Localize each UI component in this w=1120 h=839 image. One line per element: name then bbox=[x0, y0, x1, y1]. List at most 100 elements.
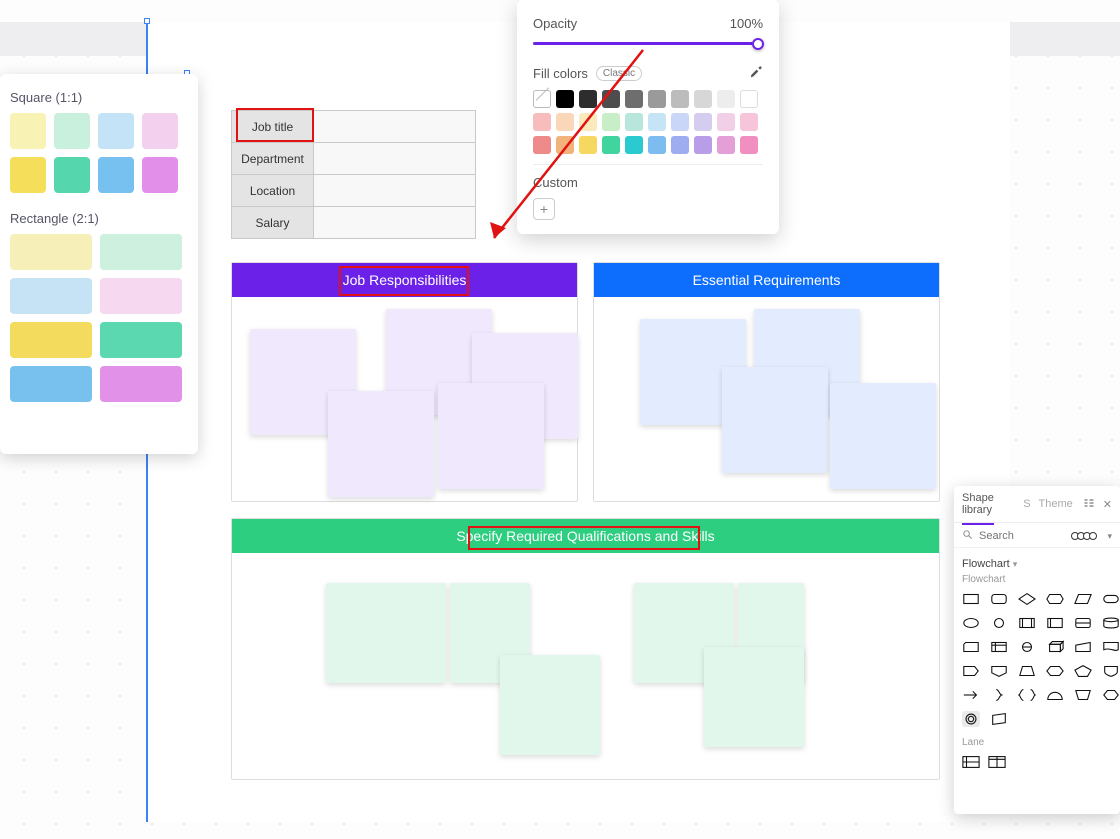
table-cell[interactable] bbox=[314, 143, 476, 175]
table-cell[interactable] bbox=[314, 207, 476, 239]
fill-swatch[interactable] bbox=[648, 136, 666, 154]
shape-display[interactable] bbox=[1046, 591, 1064, 607]
fill-swatch[interactable] bbox=[556, 90, 574, 108]
shape-subproc[interactable] bbox=[1046, 615, 1064, 631]
fill-swatch[interactable] bbox=[740, 113, 758, 131]
shape-cube[interactable] bbox=[1046, 639, 1064, 655]
shape-stadium[interactable] bbox=[1102, 591, 1120, 607]
color-swatch[interactable] bbox=[10, 278, 92, 314]
fill-swatch[interactable] bbox=[602, 136, 620, 154]
fill-color-panel[interactable]: Opacity 100% Fill colors Classic Custom … bbox=[517, 0, 779, 234]
fill-swatch[interactable] bbox=[648, 113, 666, 131]
fill-swatch[interactable] bbox=[671, 90, 689, 108]
panel-tab-s[interactable]: S bbox=[1023, 498, 1030, 510]
fill-swatch[interactable] bbox=[533, 90, 551, 108]
shape-semi[interactable] bbox=[1046, 687, 1064, 703]
color-swatch[interactable] bbox=[142, 157, 178, 193]
fill-swatch[interactable] bbox=[556, 113, 574, 131]
fill-swatch[interactable] bbox=[717, 90, 735, 108]
fill-swatch[interactable] bbox=[694, 113, 712, 131]
fill-swatch[interactable] bbox=[625, 136, 643, 154]
fill-swatch[interactable] bbox=[740, 136, 758, 154]
opacity-slider[interactable] bbox=[533, 37, 763, 51]
sticky-note[interactable] bbox=[326, 583, 446, 683]
sticky-note[interactable] bbox=[722, 367, 828, 473]
color-swatch[interactable] bbox=[100, 234, 182, 270]
shape-document[interactable] bbox=[1102, 639, 1120, 655]
fill-swatch[interactable] bbox=[533, 113, 551, 131]
sticky-note[interactable] bbox=[830, 383, 936, 489]
shape-lane-h[interactable] bbox=[962, 754, 980, 770]
shape-tag[interactable] bbox=[962, 663, 980, 679]
fill-swatch[interactable] bbox=[579, 90, 597, 108]
color-swatch[interactable] bbox=[54, 157, 90, 193]
table-cell[interactable] bbox=[314, 111, 476, 143]
color-swatch[interactable] bbox=[54, 113, 90, 149]
shape-card[interactable] bbox=[962, 639, 980, 655]
shape-shield[interactable] bbox=[1102, 663, 1120, 679]
shape-hex2[interactable] bbox=[1102, 687, 1120, 703]
shape-preview-icon[interactable] bbox=[1073, 532, 1097, 540]
shape-brace-open[interactable] bbox=[1018, 687, 1036, 703]
shape-hex[interactable] bbox=[1046, 663, 1064, 679]
card-responsibilities[interactable]: Job Responsibilities bbox=[231, 262, 578, 502]
shape-search-input[interactable] bbox=[979, 530, 1035, 542]
section-flowchart[interactable]: Flowchart bbox=[962, 558, 1010, 570]
shape-circle[interactable] bbox=[990, 615, 1008, 631]
color-swatch[interactable] bbox=[100, 366, 182, 402]
close-icon[interactable]: ✕ bbox=[1103, 498, 1112, 511]
fill-swatch[interactable] bbox=[717, 136, 735, 154]
color-swatch[interactable] bbox=[10, 234, 92, 270]
shape-offpage[interactable] bbox=[990, 663, 1008, 679]
shape-altproc[interactable] bbox=[1074, 615, 1092, 631]
shape-manual-input[interactable] bbox=[1074, 639, 1092, 655]
color-swatch[interactable] bbox=[100, 322, 182, 358]
shape-predef[interactable] bbox=[1018, 615, 1036, 631]
shape-skew[interactable] bbox=[990, 711, 1008, 727]
card-qualifications[interactable]: Specify Required Qualifications and Skil… bbox=[231, 518, 940, 780]
selected-canvas[interactable]: Job title Department Location Salary Job… bbox=[146, 22, 1010, 822]
chevron-down-icon[interactable]: ▾ bbox=[1107, 531, 1112, 542]
shape-parallelogram[interactable] bbox=[1074, 591, 1092, 607]
shape-doublecircle[interactable] bbox=[962, 711, 980, 727]
shape-library-panel[interactable]: Shape library S Theme ✕ ▾ Flowchart ▾ Fl… bbox=[954, 486, 1120, 814]
shape-internal[interactable] bbox=[990, 639, 1008, 655]
table-cell[interactable] bbox=[314, 175, 476, 207]
shape-diamond[interactable] bbox=[1018, 591, 1036, 607]
color-swatch[interactable] bbox=[100, 278, 182, 314]
shape-db[interactable] bbox=[1102, 615, 1120, 631]
selection-handle[interactable] bbox=[144, 18, 150, 24]
shape-lens[interactable] bbox=[1018, 639, 1036, 655]
fill-swatch[interactable] bbox=[579, 113, 597, 131]
fill-swatch[interactable] bbox=[694, 136, 712, 154]
settings-icon[interactable] bbox=[1083, 497, 1095, 512]
color-swatch[interactable] bbox=[98, 157, 134, 193]
add-custom-color-button[interactable]: + bbox=[533, 198, 555, 220]
fill-swatch[interactable] bbox=[694, 90, 712, 108]
fill-swatch[interactable] bbox=[648, 90, 666, 108]
fill-swatch[interactable] bbox=[625, 90, 643, 108]
shape-arrow-r[interactable] bbox=[962, 687, 980, 703]
sticky-note[interactable] bbox=[328, 391, 434, 497]
preset-pill[interactable]: Classic bbox=[596, 66, 642, 81]
sticky-color-panel[interactable]: Square (1:1) Rectangle (2:1) bbox=[0, 74, 198, 454]
job-info-table[interactable]: Job title Department Location Salary bbox=[231, 110, 476, 239]
color-swatch[interactable] bbox=[98, 113, 134, 149]
shape-lane-v[interactable] bbox=[988, 754, 1006, 770]
color-swatch[interactable] bbox=[10, 366, 92, 402]
fill-swatch[interactable] bbox=[556, 136, 574, 154]
fill-swatch[interactable] bbox=[740, 90, 758, 108]
sticky-note[interactable] bbox=[500, 655, 600, 755]
shape-ellipse[interactable] bbox=[962, 615, 980, 631]
shape-trap2[interactable] bbox=[1074, 687, 1092, 703]
shape-rect[interactable] bbox=[962, 591, 980, 607]
fill-swatch[interactable] bbox=[533, 136, 551, 154]
color-swatch[interactable] bbox=[142, 113, 178, 149]
fill-swatch[interactable] bbox=[671, 113, 689, 131]
fill-swatch[interactable] bbox=[579, 136, 597, 154]
shape-brace-close[interactable] bbox=[990, 687, 1008, 703]
color-swatch[interactable] bbox=[10, 113, 46, 149]
fill-swatch[interactable] bbox=[717, 113, 735, 131]
fill-swatch[interactable] bbox=[602, 113, 620, 131]
fill-swatch[interactable] bbox=[625, 113, 643, 131]
